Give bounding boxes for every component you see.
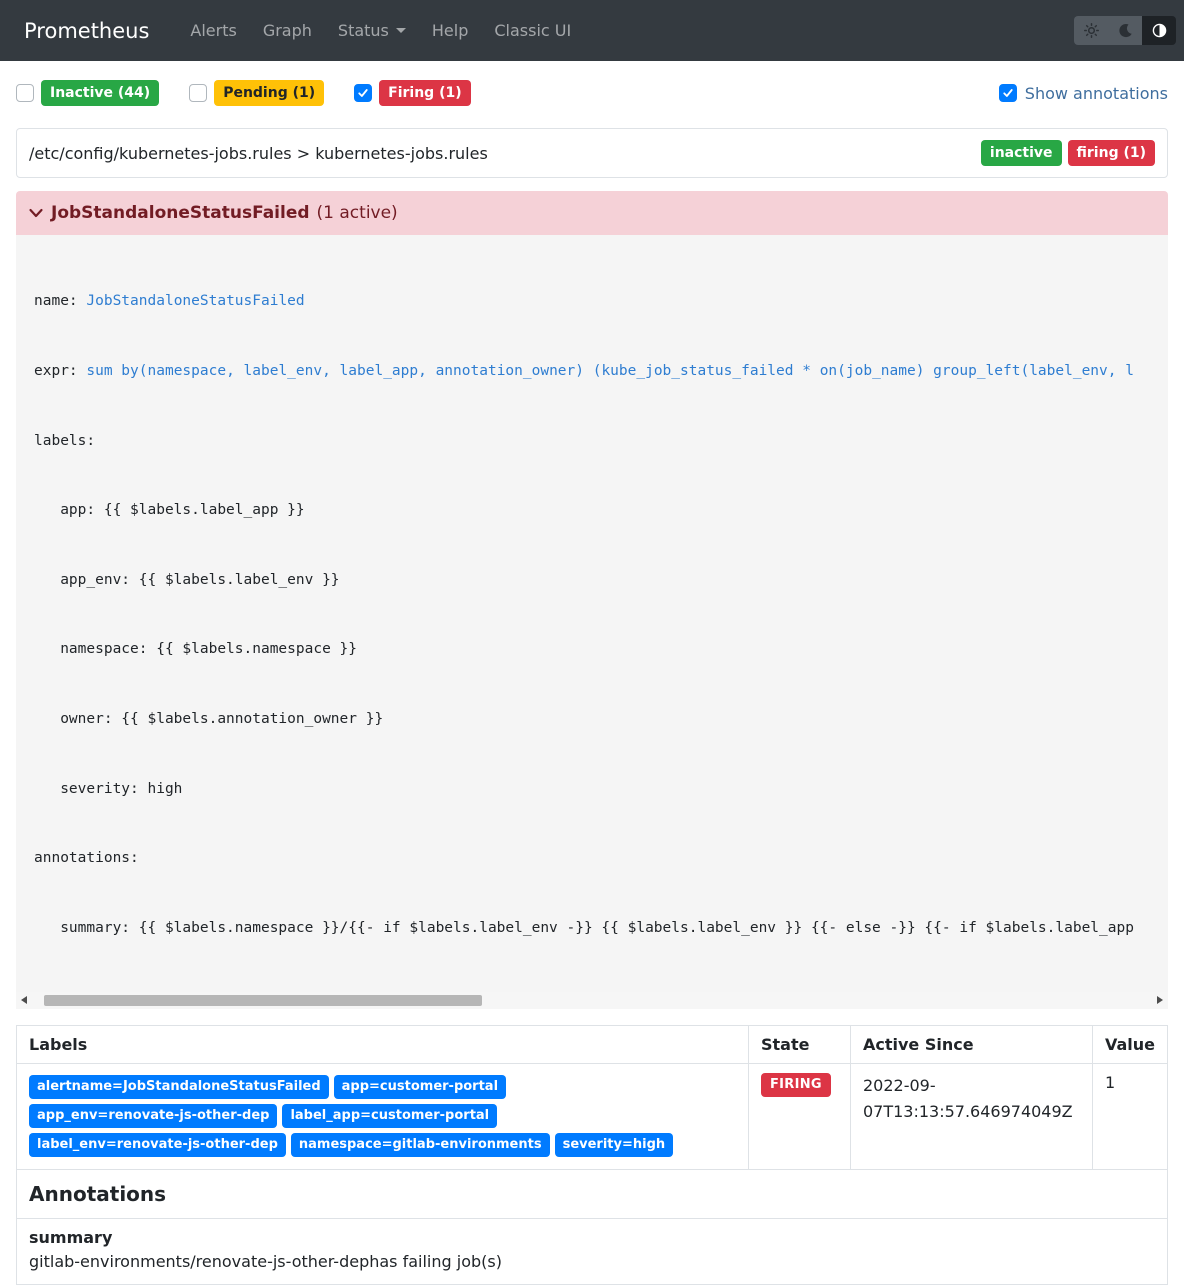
annotation-value: gitlab-environments/renovate-js-other-de… [29,1249,1155,1275]
rule-definition-code: name: JobStandaloneStatusFailed expr: su… [16,235,1168,1009]
h-scrollbar[interactable] [16,992,1168,1009]
nav-item-alerts[interactable]: Alerts [177,13,249,48]
col-labels: Labels [17,1025,749,1063]
rule-group-path: /etc/config/kubernetes-jobs.rules > kube… [29,144,488,163]
filter-pending[interactable]: Pending (1) [189,80,324,106]
chevron-down-icon [28,205,44,221]
rule-group-badges: inactive firing (1) [981,140,1155,166]
annotation-key: summary [29,1228,1155,1247]
theme-light-button[interactable] [1074,16,1108,45]
page-content: Inactive (44) Pending (1) Firing (1) Sho… [0,79,1184,1285]
contrast-icon [1152,23,1167,38]
code-line: labels: [34,430,1150,453]
rule-group-card: /etc/config/kubernetes-jobs.rules > kube… [16,128,1168,178]
alerts-table-header-row: Labels State Active Since Value [17,1025,1168,1063]
rule-group-firing-badge: firing (1) [1068,140,1155,166]
nav-item-graph[interactable]: Graph [250,13,325,48]
label-badge: namespace=gitlab-environments [291,1133,550,1157]
code-lines: name: JobStandaloneStatusFailed expr: su… [16,244,1168,987]
inactive-badge: Inactive (44) [41,80,159,106]
show-annotations-toggle[interactable]: Show annotations [999,84,1168,103]
scroll-track[interactable] [32,992,1152,1009]
col-value: Value [1092,1025,1167,1063]
code-line: severity: high [34,778,1150,801]
firing-badge: Firing (1) [379,80,470,106]
annotations-title-row: Annotations [17,1170,1168,1219]
nav-item-status-label: Status [338,21,389,40]
code-line: owner: {{ $labels.annotation_owner }} [34,708,1150,731]
state-badge: FIRING [761,1073,831,1097]
sun-icon [1084,23,1099,38]
nav-item-classic-ui[interactable]: Classic UI [481,13,584,48]
annotation-cell: summary gitlab-environments/renovate-js-… [17,1219,1168,1285]
state-cell: FIRING [748,1063,850,1170]
pending-badge: Pending (1) [214,80,324,106]
alerts-table: Labels State Active Since Value alertnam… [16,1025,1168,1285]
col-active-since: Active Since [850,1025,1092,1063]
theme-auto-button[interactable] [1142,16,1176,45]
col-state: State [748,1025,850,1063]
code-line: app: {{ $labels.label_app }} [34,499,1150,522]
alert-rule-block: JobStandaloneStatusFailed (1 active) nam… [16,191,1168,1009]
filter-inactive-checkbox[interactable] [16,84,34,102]
label-badge: label_app=customer-portal [282,1104,497,1128]
code-line: name: JobStandaloneStatusFailed [34,290,1150,313]
code-line: expr: sum by(namespace, label_env, label… [34,360,1150,383]
scroll-right-arrow-icon[interactable] [1152,992,1168,1009]
label-badge: app_env=renovate-js-other-dep [29,1104,277,1128]
code-line: namespace: {{ $labels.namespace }} [34,638,1150,661]
filter-firing-checkbox[interactable] [354,84,372,102]
code-line: summary: {{ $labels.namespace }}/{{- if … [34,917,1150,940]
rule-group-inactive-badge: inactive [981,140,1062,166]
theme-toggle-group [1074,16,1176,45]
active-since-value: 2022-09-07T13:13:57.646974049Z [850,1063,1092,1170]
nav-item-status[interactable]: Status [325,13,419,48]
alert-instance-row: alertname=JobStandaloneStatusFailedapp=c… [17,1063,1168,1170]
caret-down-icon [396,28,406,33]
labels-cell: alertname=JobStandaloneStatusFailedapp=c… [17,1063,749,1170]
scroll-thumb[interactable] [44,995,482,1006]
filter-inactive[interactable]: Inactive (44) [16,80,159,106]
show-annotations-label: Show annotations [1025,84,1168,103]
theme-dark-button[interactable] [1108,16,1142,45]
check-icon [357,87,369,99]
nav-item-help[interactable]: Help [419,13,481,48]
alert-rule-header[interactable]: JobStandaloneStatusFailed (1 active) [16,191,1168,235]
moon-icon [1118,23,1133,38]
code-line: app_env: {{ $labels.label_env }} [34,569,1150,592]
label-badge: alertname=JobStandaloneStatusFailed [29,1075,329,1099]
check-icon [1002,87,1014,99]
filter-pending-checkbox[interactable] [189,84,207,102]
alert-value: 1 [1092,1063,1167,1170]
label-badge: app=customer-portal [334,1075,506,1099]
annotation-row: summary gitlab-environments/renovate-js-… [17,1219,1168,1285]
scroll-left-arrow-icon[interactable] [16,992,32,1009]
state-filters: Inactive (44) Pending (1) Firing (1) [16,80,471,106]
brand-link[interactable]: Prometheus [24,19,149,43]
label-badge: severity=high [555,1133,674,1157]
annotations-title: Annotations [17,1170,1168,1219]
alert-active-count: (1 active) [317,203,398,223]
filter-row: Inactive (44) Pending (1) Firing (1) Sho… [16,79,1168,107]
label-badge: label_env=renovate-js-other-dep [29,1133,286,1157]
filter-firing[interactable]: Firing (1) [354,80,470,106]
alert-rule-title: JobStandaloneStatusFailed [51,203,310,223]
code-line: annotations: [34,847,1150,870]
show-annotations-checkbox[interactable] [999,84,1017,102]
navbar: Prometheus Alerts Graph Status Help Clas… [0,0,1184,61]
